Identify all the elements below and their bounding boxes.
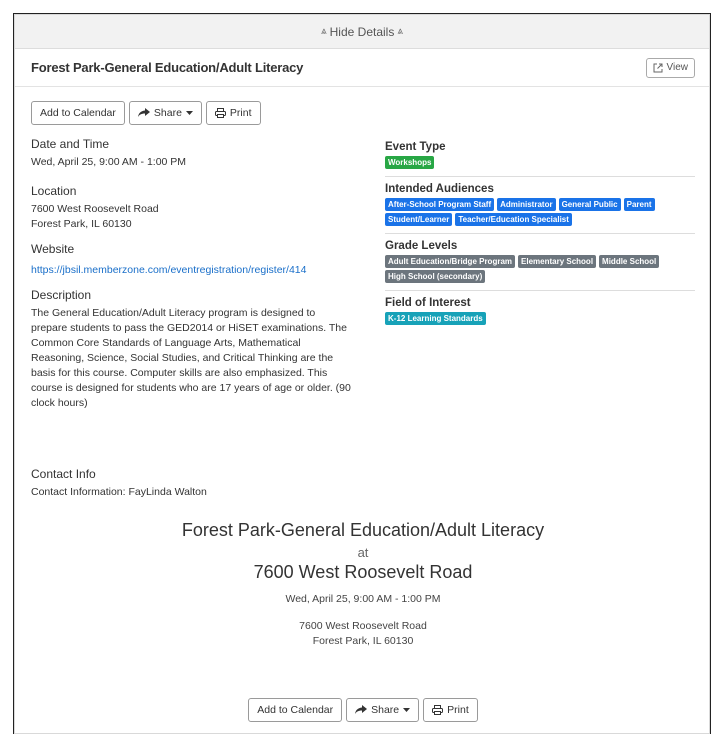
- field-of-interest-tags: K-12 Learning Standards: [385, 312, 695, 325]
- contact-label: Contact Info: [31, 467, 96, 481]
- grade-levels-label: Grade Levels: [385, 240, 458, 252]
- printer-icon: [214, 108, 226, 118]
- tag-high-school[interactable]: High School (secondary): [385, 270, 486, 283]
- contact-value: Contact Information: FayLinda Walton: [31, 486, 207, 498]
- caret-down-icon: [403, 708, 411, 712]
- grade-levels-section: Grade Levels Adult Education/Bridge Prog…: [385, 234, 695, 291]
- tag-workshops[interactable]: Workshops: [385, 156, 435, 169]
- website-link[interactable]: https://jbsil.memberzone.com/eventregist…: [31, 264, 306, 276]
- printer-icon: [432, 705, 444, 715]
- tag-parent[interactable]: Parent: [623, 198, 655, 211]
- website-section: Website https://jbsil.memberzone.com/eve…: [31, 242, 351, 278]
- print-label: Print: [447, 704, 469, 716]
- share-label: Share: [371, 704, 400, 716]
- tag-elementary-school[interactable]: Elementary School: [518, 255, 597, 268]
- add-to-calendar-button[interactable]: Add to Calendar: [248, 698, 343, 722]
- date-value: Wed, April 25, 9:00 AM - 1:00 PM: [31, 156, 187, 168]
- bottom-toolbar: Add to Calendar Share Print: [15, 698, 711, 722]
- summary-addr-line2: Forest Park, IL 60130: [312, 635, 414, 647]
- tag-adult-education[interactable]: Adult Education/Bridge Program: [385, 255, 516, 268]
- audiences-label: Intended Audiences: [385, 183, 494, 195]
- tag-middle-school[interactable]: Middle School: [599, 255, 660, 268]
- double-chevron-up-icon: ⩓: [321, 26, 327, 37]
- print-label: Print: [229, 107, 252, 119]
- add-to-calendar-label: Add to Calendar: [40, 107, 116, 119]
- view-label: View: [666, 62, 689, 73]
- field-of-interest-label: Field of Interest: [385, 297, 471, 309]
- summary-at: at: [357, 545, 369, 560]
- hide-details-toggle[interactable]: ⩓ Hide Details ⩓: [15, 15, 709, 49]
- description-text: The General Education/Adult Literacy pro…: [31, 307, 351, 409]
- share-arrow-icon: [137, 108, 150, 117]
- event-type-section: Event Type Workshops: [385, 135, 695, 177]
- description-section: Description The General Education/Adult …: [31, 288, 351, 411]
- location-label: Location: [31, 184, 77, 198]
- share-button[interactable]: Share: [346, 698, 420, 722]
- field-of-interest-section: Field of Interest K-12 Learning Standard…: [385, 291, 695, 332]
- view-button[interactable]: View: [645, 57, 695, 78]
- event-details-panel: ⩓ Hide Details ⩓ Forest Park-General Edu…: [14, 14, 710, 734]
- grade-levels-tags: Adult Education/Bridge Program Elementar…: [385, 255, 695, 283]
- tag-k12-standards[interactable]: K-12 Learning Standards: [385, 312, 486, 325]
- right-column: Event Type Workshops Intended Audiences …: [385, 135, 695, 332]
- caret-down-icon: [185, 111, 193, 115]
- left-column: Date and Time Wed, April 25, 9:00 AM - 1…: [31, 137, 351, 421]
- audiences-section: Intended Audiences After-School Program …: [385, 177, 695, 234]
- share-label: Share: [153, 107, 182, 119]
- share-arrow-icon: [355, 705, 368, 714]
- location-section: Location 7600 West Roosevelt Road Forest…: [31, 184, 351, 232]
- event-toolbar: Add to Calendar Share Print: [15, 87, 709, 125]
- event-title-row: Forest Park-General Education/Adult Lite…: [15, 49, 709, 87]
- location-line2: Forest Park, IL 60130: [31, 218, 132, 230]
- tag-teacher-specialist[interactable]: Teacher/Education Specialist: [455, 213, 572, 226]
- print-button[interactable]: Print: [205, 101, 261, 125]
- summary-addr-line1: 7600 West Roosevelt Road: [299, 620, 427, 632]
- summary-date: Wed, April 25, 9:00 AM - 1:00 PM: [285, 593, 441, 605]
- tag-general-public[interactable]: General Public: [558, 198, 621, 211]
- location-line1: 7600 West Roosevelt Road: [31, 203, 159, 215]
- tag-student-learner[interactable]: Student/Learner: [385, 213, 453, 226]
- double-chevron-up-icon: ⩓: [397, 26, 403, 37]
- print-button[interactable]: Print: [423, 698, 478, 722]
- audiences-tags: After-School Program Staff Administrator…: [385, 198, 695, 226]
- add-to-calendar-button[interactable]: Add to Calendar: [31, 101, 125, 125]
- hide-details-label: Hide Details: [329, 24, 395, 39]
- date-label: Date and Time: [31, 137, 110, 151]
- tag-administrator[interactable]: Administrator: [497, 198, 556, 211]
- external-link-icon: [653, 63, 662, 72]
- add-to-calendar-label: Add to Calendar: [257, 704, 334, 716]
- event-type-tags: Workshops: [385, 156, 695, 169]
- summary-location: 7600 West Roosevelt Road: [253, 562, 473, 582]
- date-section: Date and Time Wed, April 25, 9:00 AM - 1…: [31, 137, 351, 170]
- tag-after-school-staff[interactable]: After-School Program Staff: [385, 198, 495, 211]
- event-type-label: Event Type: [385, 141, 446, 153]
- share-button[interactable]: Share: [128, 101, 202, 125]
- event-title: Forest Park-General Education/Adult Lite…: [31, 60, 304, 75]
- event-summary: Forest Park-General Education/Adult Lite…: [15, 520, 711, 649]
- contact-section: Contact Info Contact Information: FayLin…: [31, 467, 207, 500]
- description-label: Description: [31, 288, 92, 302]
- website-label: Website: [31, 242, 75, 256]
- summary-title: Forest Park-General Education/Adult Lite…: [181, 520, 545, 540]
